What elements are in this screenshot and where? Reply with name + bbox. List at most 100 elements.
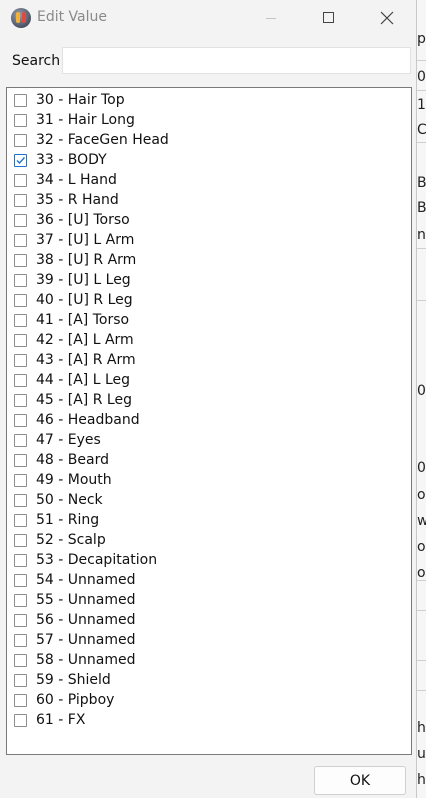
list-item[interactable]: 33 - BODY	[7, 151, 411, 171]
checkbox[interactable]	[14, 594, 27, 607]
list-item[interactable]: 54 - Unnamed	[7, 571, 411, 591]
checkbox[interactable]	[14, 234, 27, 247]
background-text: B	[417, 200, 426, 216]
checkbox[interactable]	[14, 714, 27, 727]
list-item[interactable]: 58 - Unnamed	[7, 651, 411, 671]
checkbox[interactable]	[14, 454, 27, 467]
list-item-label: 46 - Headband	[36, 412, 140, 428]
checkbox[interactable]	[14, 294, 27, 307]
checkbox[interactable]	[14, 254, 27, 267]
list-item-label: 35 - R Hand	[36, 192, 119, 208]
app-icon	[11, 8, 31, 28]
checkbox[interactable]	[14, 374, 27, 387]
list-item-label: 58 - Unnamed	[36, 652, 136, 668]
list-item[interactable]: 49 - Mouth	[7, 471, 411, 491]
checkbox[interactable]	[14, 274, 27, 287]
list-item[interactable]: 46 - Headband	[7, 411, 411, 431]
checkbox[interactable]	[14, 534, 27, 547]
checkbox[interactable]	[14, 674, 27, 687]
list-item[interactable]: 38 - [U] R Arm	[7, 251, 411, 271]
list-item[interactable]: 55 - Unnamed	[7, 591, 411, 611]
background-text: Co	[417, 122, 426, 138]
checkbox[interactable]	[14, 614, 27, 627]
background-text: 00	[417, 460, 426, 476]
maximize-button[interactable]	[305, 0, 351, 37]
list-item[interactable]: 52 - Scalp	[7, 531, 411, 551]
close-button[interactable]	[364, 0, 410, 37]
list-item[interactable]: 43 - [A] R Arm	[7, 351, 411, 371]
checkbox[interactable]	[14, 214, 27, 227]
checkbox[interactable]	[14, 494, 27, 507]
checkbox[interactable]	[14, 694, 27, 707]
list-item[interactable]: 42 - [A] L Arm	[7, 331, 411, 351]
list-item[interactable]: 32 - FaceGen Head	[7, 131, 411, 151]
list-item-label: 38 - [U] R Arm	[36, 252, 137, 268]
checkbox[interactable]	[14, 154, 27, 167]
list-item[interactable]: 57 - Unnamed	[7, 631, 411, 651]
checkbox[interactable]	[14, 514, 27, 527]
list-item-label: 41 - [A] Torso	[36, 312, 130, 328]
background-text: p	[417, 31, 426, 47]
list-item[interactable]: 60 - Pipboy	[7, 691, 411, 711]
list-item-label: 49 - Mouth	[36, 472, 112, 488]
list-item[interactable]: 41 - [A] Torso	[7, 311, 411, 331]
checkbox[interactable]	[14, 94, 27, 107]
edit-value-dialog: Edit Value Search 30 - Hair Top 31 - Hair…	[0, 0, 417, 798]
background-text: h	[417, 720, 426, 736]
list-item[interactable]: 53 - Decapitation	[7, 551, 411, 571]
checkbox[interactable]	[14, 134, 27, 147]
title-bar[interactable]: Edit Value	[0, 0, 416, 37]
list-item[interactable]: 31 - Hair Long	[7, 111, 411, 131]
list-item-label: 51 - Ring	[36, 512, 100, 528]
checkbox[interactable]	[14, 334, 27, 347]
checkbox[interactable]	[14, 434, 27, 447]
checkbox[interactable]	[14, 654, 27, 667]
list-item[interactable]: 61 - FX	[7, 711, 411, 731]
list-item[interactable]: 59 - Shield	[7, 671, 411, 691]
checkbox[interactable]	[14, 314, 27, 327]
background-divider	[417, 690, 426, 691]
background-text: na	[417, 227, 426, 243]
list-item[interactable]: 44 - [A] L Leg	[7, 371, 411, 391]
list-item-label: 43 - [A] R Arm	[36, 352, 136, 368]
list-item[interactable]: 36 - [U] Torso	[7, 211, 411, 231]
list-item-label: 30 - Hair Top	[36, 92, 125, 108]
checkbox-list[interactable]: 30 - Hair Top 31 - Hair Long 32 - FaceGen …	[6, 87, 412, 755]
checkbox[interactable]	[14, 394, 27, 407]
checkbox[interactable]	[14, 474, 27, 487]
search-input[interactable]	[62, 47, 411, 74]
list-item-label: 55 - Unnamed	[36, 592, 136, 608]
checkbox[interactable]	[14, 194, 27, 207]
background-divider	[417, 610, 426, 611]
background-text: or	[417, 565, 426, 581]
list-item[interactable]: 39 - [U] L Leg	[7, 271, 411, 291]
list-item-label: 37 - [U] L Arm	[36, 232, 135, 248]
list-item[interactable]: 56 - Unnamed	[7, 611, 411, 631]
list-item[interactable]: 47 - Eyes	[7, 431, 411, 451]
background-text: w	[417, 513, 426, 529]
list-item-label: 59 - Shield	[36, 672, 111, 688]
ok-button[interactable]: OK	[314, 766, 406, 795]
list-item[interactable]: 34 - L Hand	[7, 171, 411, 191]
checkbox[interactable]	[14, 174, 27, 187]
list-item[interactable]: 51 - Ring	[7, 511, 411, 531]
list-item[interactable]: 50 - Neck	[7, 491, 411, 511]
checkbox[interactable]	[14, 354, 27, 367]
window-title: Edit Value	[37, 9, 108, 25]
checkbox[interactable]	[14, 634, 27, 647]
list-item[interactable]: 40 - [U] R Leg	[7, 291, 411, 311]
list-item[interactable]: 35 - R Hand	[7, 191, 411, 211]
minimize-button[interactable]	[248, 0, 294, 37]
background-text: 1	[417, 97, 426, 113]
list-item[interactable]: 48 - Beard	[7, 451, 411, 471]
list-item[interactable]: 37 - [U] L Arm	[7, 231, 411, 251]
checkbox[interactable]	[14, 114, 27, 127]
checkbox[interactable]	[14, 574, 27, 587]
list-item-label: 56 - Unnamed	[36, 612, 136, 628]
checkbox[interactable]	[14, 414, 27, 427]
list-item[interactable]: 45 - [A] R Leg	[7, 391, 411, 411]
list-item[interactable]: 30 - Hair Top	[7, 91, 411, 111]
list-item-label: 42 - [A] L Arm	[36, 332, 134, 348]
list-item-label: 61 - FX	[36, 712, 86, 728]
checkbox[interactable]	[14, 554, 27, 567]
